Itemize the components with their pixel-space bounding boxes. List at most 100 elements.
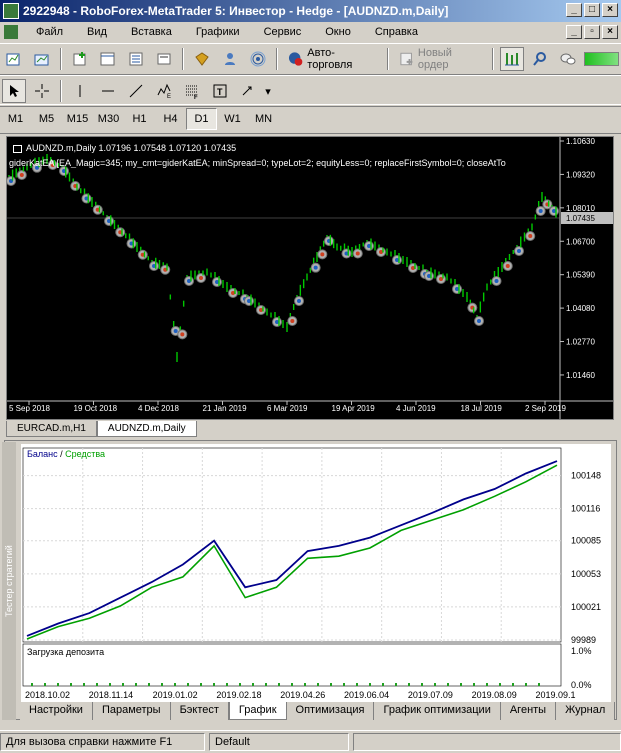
chart-window-icon[interactable] [4, 25, 18, 39]
deposit-bar [512, 683, 514, 686]
candles [7, 154, 559, 362]
deposit-bar [200, 683, 202, 686]
price-label: 1.01460 [566, 371, 595, 380]
tf-m1[interactable]: M1 [0, 108, 31, 130]
tf-mn[interactable]: MN [248, 108, 279, 130]
tf-w1[interactable]: W1 [217, 108, 248, 130]
menu-view[interactable]: Вид [75, 26, 119, 38]
x-tick-label: 2019.06.04 [344, 690, 389, 700]
legend-separator: / [58, 449, 66, 459]
tester-tab-backtest[interactable]: Бэктест [170, 702, 229, 720]
trendline-button[interactable] [124, 79, 148, 103]
title-bar: 2922948 - RoboForex-MetaTrader 5: Инвест… [0, 0, 621, 22]
tf-d1[interactable]: D1 [186, 108, 217, 130]
deposit-bar [187, 683, 189, 686]
toolbox-button[interactable] [152, 47, 176, 71]
menu-insert[interactable]: Вставка [119, 26, 184, 38]
svg-text:F: F [194, 95, 198, 99]
date-label: 4 Jun 2019 [396, 404, 436, 413]
data-window-button[interactable] [96, 47, 120, 71]
menu-tools[interactable]: Сервис [252, 26, 314, 38]
market-watch-button[interactable] [68, 47, 92, 71]
horizontal-line-button[interactable] [96, 79, 120, 103]
x-tick-label: 2018.11.14 [89, 690, 133, 700]
wallet-button[interactable] [190, 47, 214, 71]
close-button[interactable]: × [602, 3, 618, 17]
deposit-label: Загрузка депозита [27, 647, 104, 657]
search-icon [533, 52, 547, 66]
y-tick-label: 100116 [571, 504, 600, 514]
price-label: 1.05390 [566, 271, 595, 280]
price-chart[interactable]: 1.10630 1.09320 1.08010 1.06700 1.05390 1.040… [6, 136, 614, 420]
crosshair-button[interactable] [30, 79, 54, 103]
signal-icon [250, 51, 266, 67]
deposit-bar [447, 683, 449, 686]
menu-charts[interactable]: Графики [184, 26, 252, 38]
vertical-line-button[interactable] [68, 79, 92, 103]
chart-tab-audnzd[interactable]: AUDNZD.m,Daily [96, 421, 197, 437]
tf-m5[interactable]: M5 [31, 108, 62, 130]
trade-arrow [19, 173, 24, 177]
trade-arrow [180, 332, 185, 337]
tester-tab-settings[interactable]: Настройки [20, 702, 93, 720]
mdi-minimize-button[interactable]: _ [566, 25, 582, 39]
arrows-icon [242, 86, 252, 96]
tf-h4[interactable]: H4 [155, 108, 186, 130]
new-chart-button[interactable] [2, 47, 26, 71]
menu-file[interactable]: Файл [24, 26, 75, 38]
navigator-button[interactable] [124, 47, 148, 71]
horizontal-line-icon [102, 90, 114, 92]
deposit-bar [421, 683, 423, 686]
menu-window[interactable]: Окно [313, 26, 363, 38]
menu-help[interactable]: Справка [363, 26, 430, 38]
deposit-tick-label: 0.0% [571, 680, 592, 690]
new-order-button[interactable]: Новый ордер [395, 47, 487, 71]
deposit-bar [460, 683, 462, 686]
tf-m15[interactable]: M15 [62, 108, 93, 130]
search-button[interactable] [528, 47, 552, 71]
tf-h1[interactable]: H1 [124, 108, 155, 130]
deposit-bar [109, 683, 111, 686]
deposit-bar [83, 683, 85, 686]
mdi-close-button[interactable]: × [602, 25, 618, 39]
radio-button[interactable] [246, 47, 270, 71]
text-button[interactable]: T [208, 79, 232, 103]
tester-tab-graph[interactable]: График [228, 702, 287, 720]
mdi-restore-button[interactable]: ▫ [584, 25, 600, 39]
balance-graph[interactable]: 100148 100116 100085 100053 100021 99989 Балан… [21, 444, 611, 702]
tester-tab-optimization-graph[interactable]: График оптимизации [374, 702, 501, 720]
status-bar: Для вызова справки нажмите F1 Default [0, 730, 621, 753]
maximize-button[interactable]: □ [584, 3, 600, 17]
tester-tab-optimization[interactable]: Оптимизация [286, 702, 375, 720]
deposit-bar [122, 683, 124, 686]
autotrading-button[interactable]: Авто-торговля [284, 47, 381, 71]
chat-button[interactable] [556, 47, 580, 71]
elliott-button[interactable]: E [152, 79, 176, 103]
tester-tab-journal[interactable]: Журнал [556, 702, 616, 720]
text-icon: T [213, 84, 227, 98]
trade-arrow [199, 276, 203, 280]
profiles-icon [34, 54, 49, 66]
price-label: 1.04080 [566, 304, 595, 313]
deposit-bar [538, 683, 540, 686]
arrows-dropdown[interactable]: ▾ [264, 79, 272, 103]
tester-tab-agents[interactable]: Агенты [500, 702, 557, 720]
tester-side-label: Тестер стратегий [2, 442, 16, 720]
y-tick-label: 100148 [571, 471, 601, 481]
fibonacci-button[interactable]: F [180, 79, 204, 103]
deposit-bar [135, 683, 137, 686]
graph-legend: Баланс / Средства [27, 449, 105, 459]
deposit-bar [369, 683, 371, 686]
minimize-button[interactable]: _ [566, 3, 582, 17]
depth-button[interactable] [500, 47, 525, 71]
tf-m30[interactable]: M30 [93, 108, 124, 130]
svg-text:E: E [167, 94, 171, 99]
chart-tab-eurcad[interactable]: EURCAD.m,H1 [6, 421, 97, 437]
arrows-button[interactable] [236, 79, 260, 103]
profiles-button[interactable] [30, 47, 54, 71]
tester-tab-parameters[interactable]: Параметры [92, 702, 171, 720]
signals-button[interactable] [218, 47, 242, 71]
cursor-button[interactable] [2, 79, 26, 103]
deposit-bar [226, 683, 228, 686]
chart-symbol-icon [13, 144, 22, 153]
